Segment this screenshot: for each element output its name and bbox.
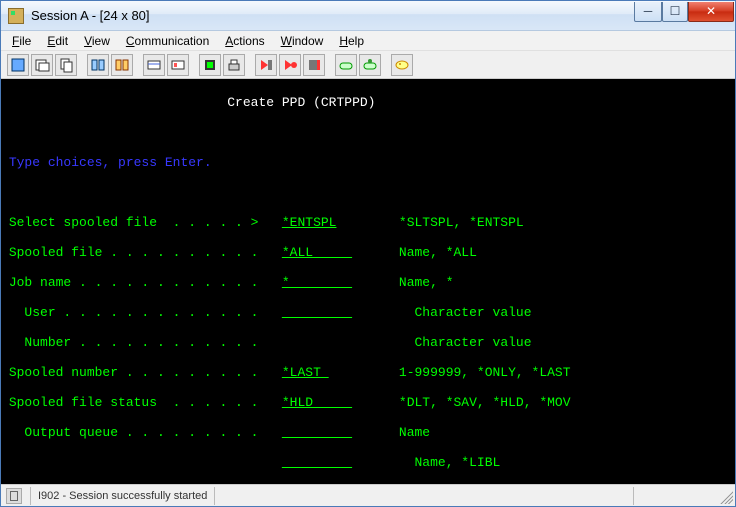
field-row: Output queue . . . . . . . . . Name <box>1 425 735 440</box>
field-input[interactable]: *HLD <box>282 395 352 410</box>
menu-view[interactable]: View <box>81 33 113 49</box>
terminal-screen[interactable]: Create PPD (CRTPPD) Type choices, press … <box>1 79 735 484</box>
menu-window[interactable]: Window <box>278 33 327 49</box>
toolbar-btn-12[interactable] <box>303 54 325 76</box>
field-input[interactable]: *LAST <box>282 365 329 380</box>
field-hint: Name <box>399 425 430 440</box>
field-hint: 1-999999, *ONLY, *LAST <box>399 365 571 380</box>
app-window: Session A - [24 x 80] ─ ☐ ✕ File Edit Vi… <box>0 0 736 507</box>
field-label: Number . . . . . . . . . . . . <box>9 335 259 350</box>
toolbar-btn-13[interactable] <box>335 54 357 76</box>
field-hint: Name, *ALL <box>399 245 477 260</box>
menu-actions[interactable]: Actions <box>222 33 267 49</box>
field-hint: Name, * <box>399 275 454 290</box>
field-input[interactable] <box>282 425 352 440</box>
close-button[interactable]: ✕ <box>688 2 734 22</box>
toolbar-btn-8[interactable] <box>199 54 221 76</box>
app-icon <box>8 8 24 24</box>
field-input[interactable]: *ENTSPL <box>282 215 337 230</box>
titlebar[interactable]: Session A - [24 x 80] ─ ☐ ✕ <box>1 1 735 31</box>
field-row: Spooled file status . . . . . . *HLD *DL… <box>1 395 735 410</box>
instruction-text: Type choices, press Enter. <box>9 155 212 170</box>
field-row: Spooled file . . . . . . . . . . *ALL Na… <box>1 245 735 260</box>
toolbar-btn-14[interactable] <box>359 54 381 76</box>
field-label: Spooled file status . . . . . . <box>9 395 259 410</box>
field-row: Select spooled file . . . . . > *ENTSPL … <box>1 215 735 230</box>
field-label: Select spooled file . . . . . > <box>9 215 259 230</box>
toolbar-btn-11[interactable] <box>279 54 301 76</box>
toolbar-btn-5[interactable] <box>111 54 133 76</box>
field-label: Spooled file . . . . . . . . . . <box>9 245 259 260</box>
window-controls: ─ ☐ ✕ <box>634 2 734 22</box>
minimize-button[interactable]: ─ <box>634 2 662 22</box>
field-hint: Character value <box>415 335 532 350</box>
field-row: Job name . . . . . . . . . . . . * Name,… <box>1 275 735 290</box>
field-input[interactable] <box>282 455 352 470</box>
field-hint: Character value <box>415 305 532 320</box>
field-row: Number . . . . . . . . . . . . Character… <box>1 335 735 350</box>
field-label: User . . . . . . . . . . . . . <box>9 305 259 320</box>
field-label <box>9 455 259 470</box>
screen-title: Create PPD (CRTPPD) <box>227 95 375 110</box>
menu-communication[interactable]: Communication <box>123 33 212 49</box>
toolbar-btn-9[interactable] <box>223 54 245 76</box>
status-bar: I902 - Session successfully started <box>1 484 735 506</box>
field-hint: Name, *LIBL <box>415 455 501 470</box>
maximize-button[interactable]: ☐ <box>662 2 688 22</box>
toolbar-btn-3[interactable] <box>55 54 77 76</box>
toolbar-btn-6[interactable] <box>143 54 165 76</box>
field-row: Name, *LIBL <box>1 455 735 470</box>
toolbar-btn-10[interactable] <box>255 54 277 76</box>
field-label: Spooled number . . . . . . . . . <box>9 365 259 380</box>
field-hint: *SLTSPL, *ENTSPL <box>399 215 524 230</box>
field-row: User . . . . . . . . . . . . . Character… <box>1 305 735 320</box>
toolbar-btn-2[interactable] <box>31 54 53 76</box>
status-message: I902 - Session successfully started <box>34 490 211 502</box>
field-label: Output queue . . . . . . . . . <box>9 425 259 440</box>
toolbar <box>1 51 735 79</box>
resize-grip[interactable] <box>717 488 733 504</box>
toolbar-btn-1[interactable] <box>7 54 29 76</box>
field-hint: *DLT, *SAV, *HLD, *MOV <box>399 395 571 410</box>
toolbar-btn-4[interactable] <box>87 54 109 76</box>
status-icon[interactable] <box>6 488 22 504</box>
menubar: File Edit View Communication Actions Win… <box>1 31 735 51</box>
toolbar-btn-7[interactable] <box>167 54 189 76</box>
field-input[interactable] <box>282 305 352 320</box>
menu-edit[interactable]: Edit <box>44 33 71 49</box>
menu-file[interactable]: File <box>9 33 34 49</box>
field-row: Spooled number . . . . . . . . . *LAST 1… <box>1 365 735 380</box>
field-label: Job name . . . . . . . . . . . . <box>9 275 259 290</box>
field-input[interactable]: *ALL <box>282 245 352 260</box>
toolbar-btn-15[interactable] <box>391 54 413 76</box>
window-title: Session A - [24 x 80] <box>29 8 634 23</box>
field-input[interactable]: * <box>282 275 352 290</box>
menu-help[interactable]: Help <box>336 33 367 49</box>
